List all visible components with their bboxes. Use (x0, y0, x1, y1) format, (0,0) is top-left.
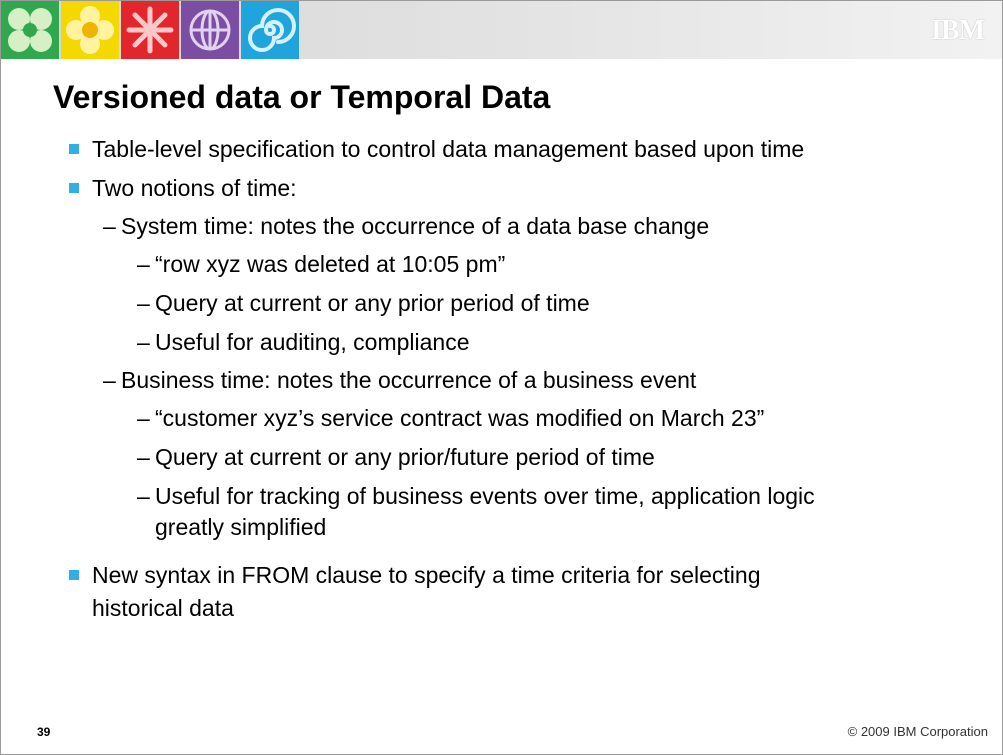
dash-bullet: – (103, 367, 116, 393)
green-flower-tile-icon (1, 1, 59, 59)
dash-bullet: – (137, 483, 150, 509)
slide: IBM Versioned data or Temporal Data Tabl… (0, 0, 1003, 755)
red-star-tile-icon (121, 1, 179, 59)
bullet-continuation: historical data (92, 593, 234, 623)
bullet-item: – “row xyz was deleted at 10:05 pm” (137, 249, 506, 279)
header-banner: IBM (1, 1, 1002, 59)
bullet-text: Query at current or any prior/future per… (155, 444, 655, 470)
dash-bullet: – (137, 405, 150, 431)
bullet-text: greatly simplified (155, 514, 327, 540)
bullet-text: Table-level specification to control dat… (92, 136, 805, 162)
bullet-item: – Query at current or any prior/future p… (137, 442, 655, 472)
bullet-item: – Useful for auditing, compliance (137, 327, 470, 357)
bullet-text: Useful for auditing, compliance (155, 329, 470, 355)
square-bullet-icon (69, 570, 79, 580)
bullet-item: – “customer xyz’s service contract was m… (137, 403, 765, 433)
dash-bullet: – (137, 444, 150, 470)
bullet-continuation: greatly simplified (155, 512, 326, 542)
bullet-text: Business time: notes the occurrence of a… (121, 367, 697, 393)
bullet-item: Two notions of time: (69, 173, 297, 203)
bullet-item: Table-level specification to control dat… (69, 134, 805, 164)
bullet-text: System time: notes the occurrence of a d… (121, 213, 710, 239)
bullet-text: New syntax in FROM clause to specify a t… (92, 562, 761, 588)
page-number: 39 (37, 725, 51, 739)
bullet-text: Query at current or any prior period of … (155, 290, 590, 316)
bullet-text: “customer xyz’s service contract was mod… (155, 405, 765, 431)
copyright-notice: © 2009 IBM Corporation (847, 724, 988, 739)
dash-bullet: – (137, 251, 150, 277)
bullet-text: “row xyz was deleted at 10:05 pm” (155, 251, 506, 277)
blue-spiral-tile-icon (241, 1, 299, 59)
bullet-item: – System time: notes the occurrence of a… (103, 211, 710, 241)
bullet-item: – Query at current or any prior period o… (137, 288, 590, 318)
bullet-text: Useful for tracking of business events o… (155, 483, 815, 509)
bullet-item: New syntax in FROM clause to specify a t… (69, 560, 761, 590)
square-bullet-icon (69, 183, 79, 193)
yellow-flower-tile-icon (61, 1, 119, 59)
dash-bullet: – (137, 329, 150, 355)
bullet-item: – Business time: notes the occurrence of… (103, 365, 697, 395)
purple-globe-tile-icon (181, 1, 239, 59)
dash-bullet: – (137, 290, 150, 316)
bullet-item: – Useful for tracking of business events… (137, 481, 815, 511)
bullet-text: historical data (92, 595, 234, 621)
ibm-logo: IBM (931, 15, 985, 46)
square-bullet-icon (69, 144, 79, 154)
bullet-text: Two notions of time: (92, 175, 297, 201)
dash-bullet: – (103, 213, 116, 239)
slide-title: Versioned data or Temporal Data (53, 79, 551, 115)
